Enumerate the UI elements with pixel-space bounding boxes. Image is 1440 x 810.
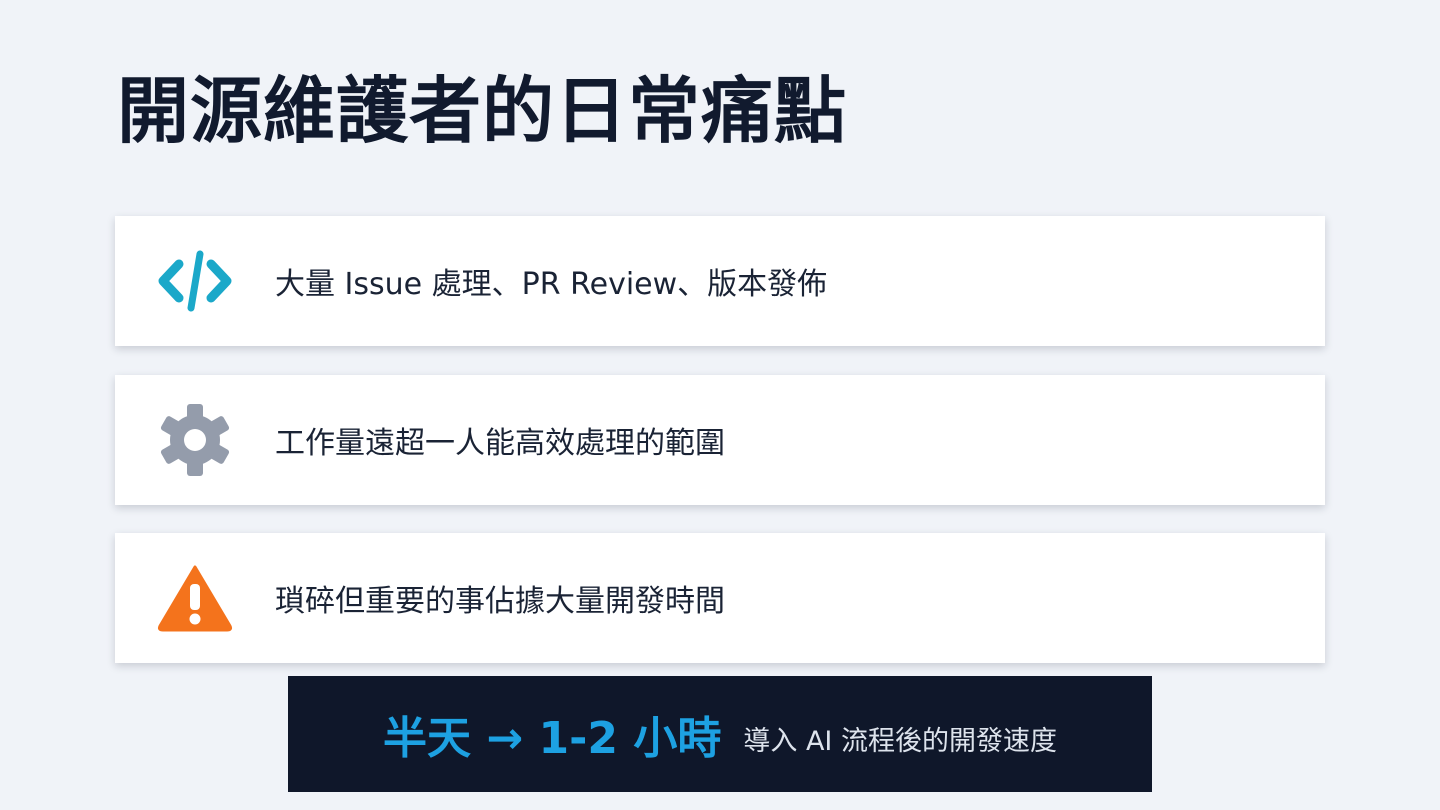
warning-icon: [155, 562, 235, 634]
pain-point-card-time: 瑣碎但重要的事佔據大量開發時間: [115, 533, 1325, 663]
page-title: 開源維護者的日常痛點: [117, 69, 848, 153]
speed-highlight: 半天 → 1-2 小時: [383, 713, 722, 764]
pain-point-text: 瑣碎但重要的事佔據大量開發時間: [275, 584, 725, 619]
code-icon: [155, 245, 235, 317]
pain-point-text: 工作量遠超一人能高效處理的範圍: [275, 426, 725, 461]
speed-banner: 半天 → 1-2 小時 導入 AI 流程後的開發速度: [288, 676, 1152, 792]
pain-point-card-workload: 工作量遠超一人能高效處理的範圍: [115, 375, 1325, 505]
speed-caption: 導入 AI 流程後的開發速度: [743, 725, 1057, 757]
gear-icon: [155, 404, 235, 476]
pain-point-text: 大量 Issue 處理、PR Review、版本發佈: [275, 267, 828, 302]
pain-point-card-issues: 大量 Issue 處理、PR Review、版本發佈: [115, 216, 1325, 346]
